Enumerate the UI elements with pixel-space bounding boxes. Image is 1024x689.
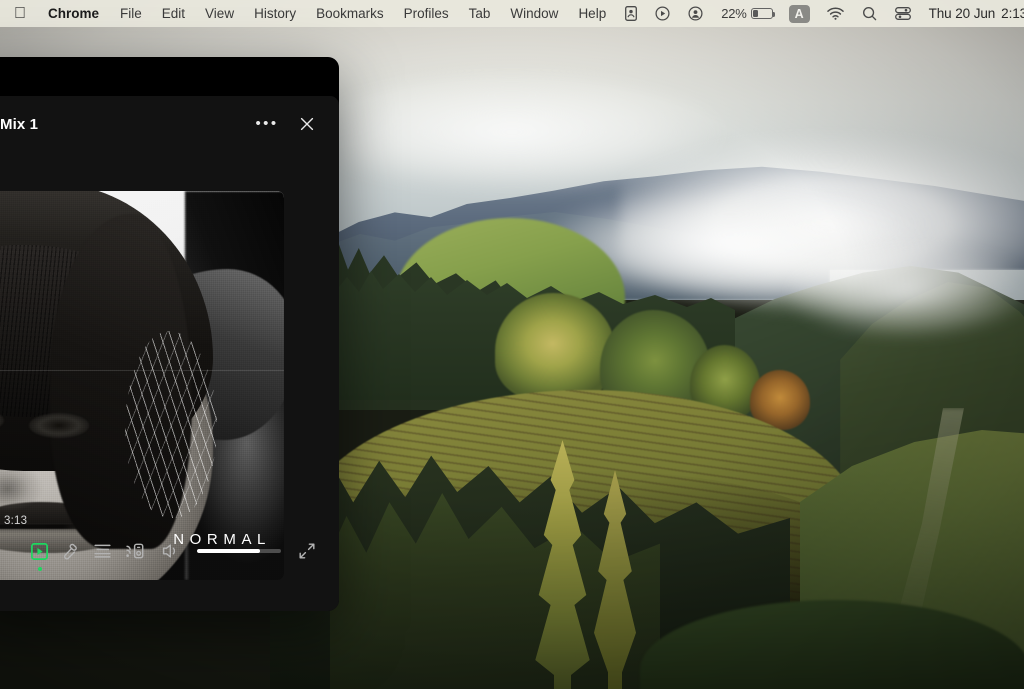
close-button[interactable] bbox=[294, 111, 320, 137]
player-content-panel: Mix 1 ••• NORMAL 3:13 bbox=[0, 96, 339, 611]
active-indicator-dot bbox=[37, 567, 42, 571]
more-options-icon: ••• bbox=[255, 115, 279, 132]
microphone-icon bbox=[63, 543, 77, 559]
menu-item-edit[interactable]: Edit bbox=[152, 0, 195, 27]
contacts-card-icon[interactable] bbox=[616, 0, 646, 27]
control-center-icon[interactable] bbox=[886, 0, 920, 27]
clock-date: Thu 20 Jun bbox=[916, 6, 996, 21]
volume-control bbox=[156, 537, 282, 565]
clock-time: 2:13 PM bbox=[989, 6, 1024, 21]
menu-item-view[interactable]: View bbox=[195, 0, 244, 27]
volume-icon bbox=[162, 544, 175, 558]
battery-fill bbox=[752, 10, 759, 17]
menu-item-bookmarks[interactable]: Bookmarks bbox=[306, 0, 394, 27]
spotify-mini-player-window[interactable]: Mix 1 ••• NORMAL 3:13 bbox=[0, 57, 339, 611]
lyrics-button[interactable] bbox=[58, 537, 86, 565]
now-playing-view-button[interactable] bbox=[26, 537, 54, 571]
battery-status[interactable]: 22% bbox=[712, 6, 780, 21]
menu-item-file[interactable]: File bbox=[110, 0, 152, 27]
connect-to-device-icon bbox=[125, 543, 144, 559]
macos-menu-bar:  Chrome File Edit View History Bookmark… bbox=[0, 0, 1024, 27]
total-time-label: 3:13 bbox=[4, 515, 28, 527]
more-options-button[interactable]: ••• bbox=[254, 111, 280, 137]
now-playing-title: Mix 1 bbox=[0, 115, 39, 133]
volume-slider-fill bbox=[197, 549, 261, 553]
player-title-bar: Mix 1 ••• bbox=[0, 96, 339, 152]
battery-percent-label: 22% bbox=[709, 6, 747, 21]
menu-item-help[interactable]: Help bbox=[568, 0, 616, 27]
account-circle-icon[interactable] bbox=[679, 0, 712, 27]
menu-item-profiles[interactable]: Profiles bbox=[394, 0, 459, 27]
menu-item-window[interactable]: Window bbox=[500, 0, 568, 27]
fullscreen-icon bbox=[299, 543, 315, 559]
queue-icon bbox=[94, 544, 112, 558]
menu-item-tab[interactable]: Tab bbox=[459, 0, 501, 27]
connect-device-button[interactable] bbox=[121, 537, 149, 565]
battery-icon bbox=[750, 8, 776, 19]
menu-bar-left:  Chrome File Edit View History Bookmark… bbox=[0, 0, 616, 27]
menu-item-chrome[interactable]: Chrome bbox=[37, 0, 110, 27]
menu-item-history[interactable]: History bbox=[244, 0, 306, 27]
now-playing-view-icon bbox=[31, 542, 49, 560]
input-source-indicator[interactable]: A bbox=[788, 4, 810, 23]
queue-button[interactable] bbox=[89, 537, 117, 565]
menu-bar-status-area: 22% A Thu 20 Jun 2:13 P bbox=[616, 0, 1024, 27]
apple-logo-icon[interactable]:  bbox=[14, 0, 37, 27]
title-bar-actions: ••• bbox=[254, 111, 320, 137]
menu-bar-clock[interactable]: Thu 20 Jun2:13 PM bbox=[920, 6, 1024, 21]
playback-progress-row: 3:13 bbox=[0, 515, 339, 527]
mute-button[interactable] bbox=[156, 537, 184, 565]
spotlight-search-icon[interactable] bbox=[853, 0, 886, 27]
fullscreen-button[interactable] bbox=[293, 537, 321, 565]
wifi-icon[interactable] bbox=[818, 0, 853, 27]
now-playing-icon[interactable] bbox=[646, 0, 679, 27]
player-controls-bar bbox=[0, 537, 339, 571]
close-icon bbox=[300, 117, 314, 131]
volume-slider[interactable] bbox=[197, 549, 282, 553]
